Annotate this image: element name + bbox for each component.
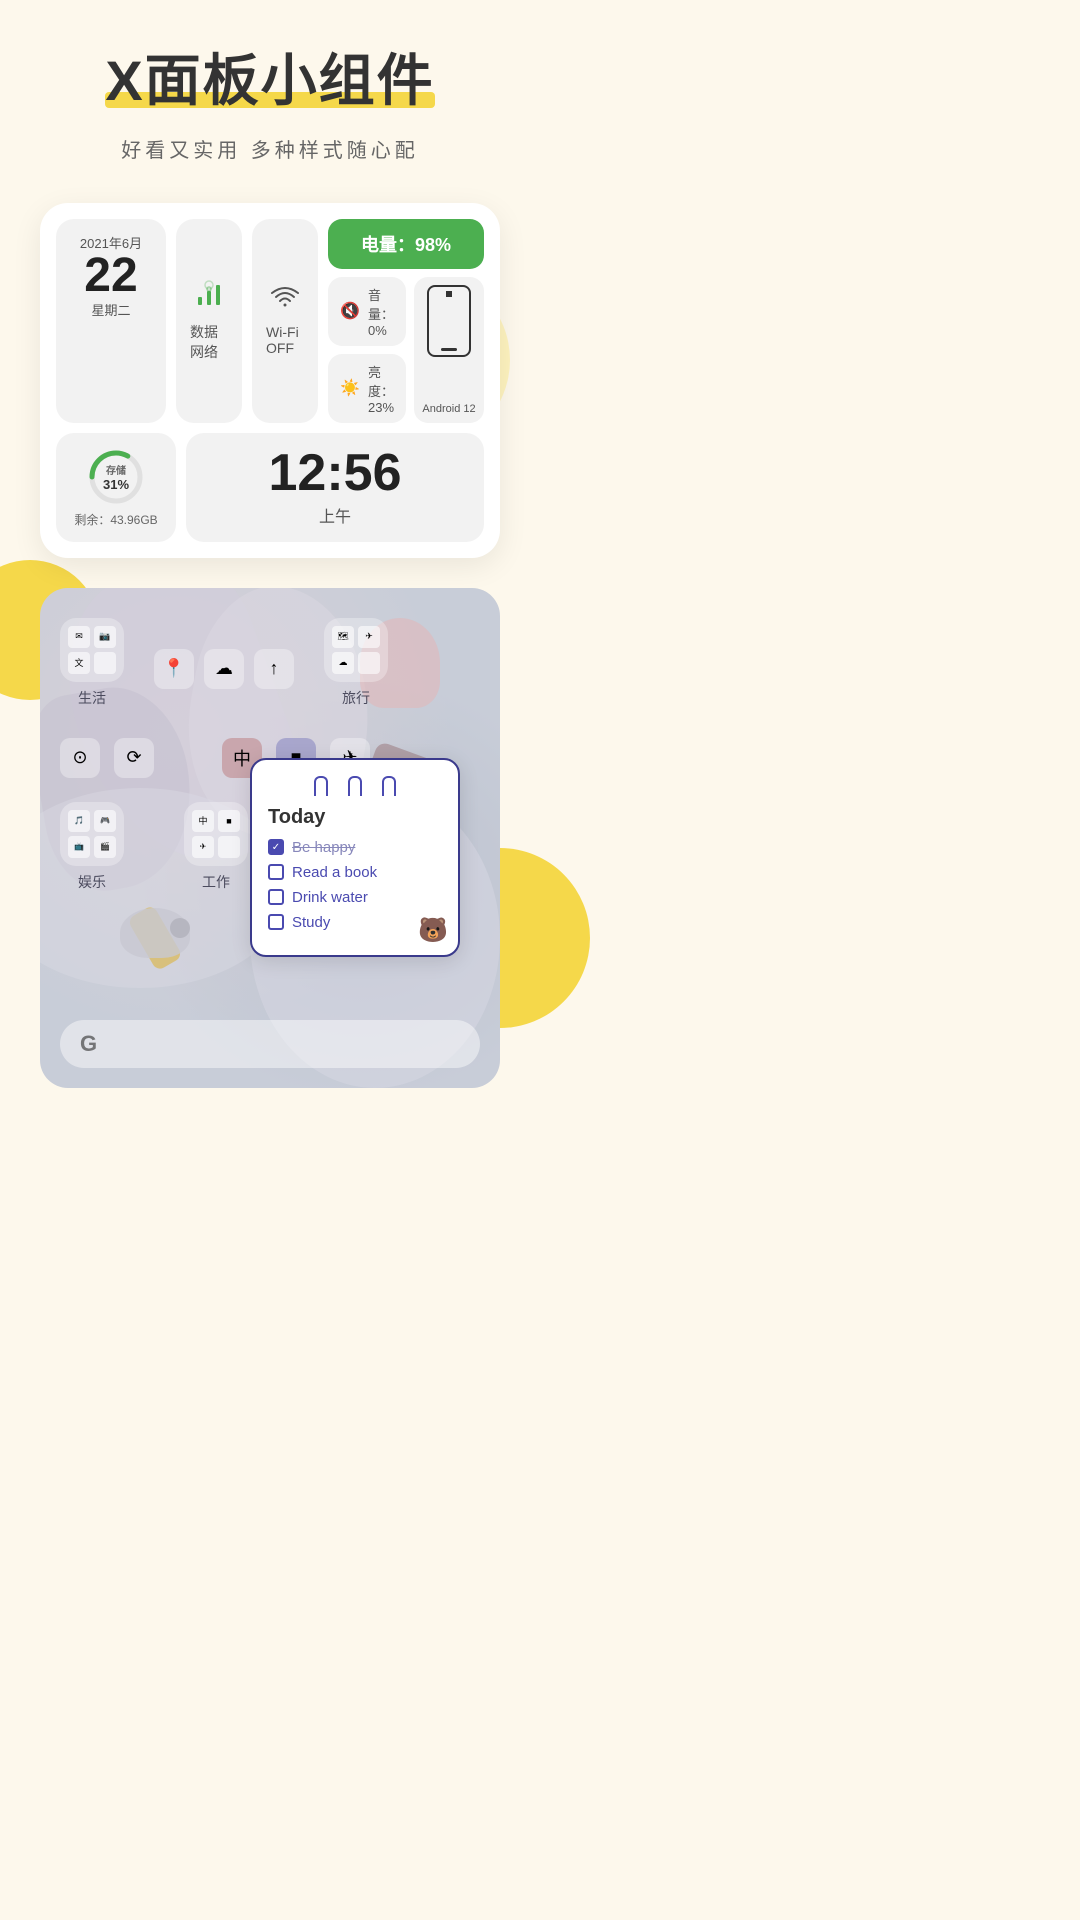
storage-block: 存储 31% 剩余：43.96GB: [56, 433, 176, 542]
folder-work-label: 工作: [202, 872, 230, 892]
volume-icon: 🔇: [340, 301, 360, 321]
time-display: 12:56: [269, 447, 402, 499]
date-day: 22: [84, 252, 137, 300]
folder-travel[interactable]: 🗺 ✈ ☁ 旅行: [324, 618, 388, 708]
folder-travel-app-1: 🗺: [332, 626, 354, 648]
folder-app-2: 📷: [94, 626, 116, 648]
folder-work[interactable]: 中 ■ ✈ 工作: [184, 802, 248, 892]
brightness-label: 亮度：23%: [368, 362, 394, 415]
note-text-1: Be happy: [292, 839, 355, 856]
date-weekday: 星期二: [91, 300, 130, 319]
icon-location[interactable]: 📍: [154, 649, 194, 689]
note-text-2: Read a book: [292, 864, 377, 881]
note-text-4: Study: [292, 914, 330, 931]
phone-camera-dot: [446, 291, 452, 297]
note-checkbox-4: [268, 914, 284, 930]
android-block: Android 12: [414, 277, 484, 423]
google-bar[interactable]: G: [60, 1020, 480, 1068]
note-text-3: Drink water: [292, 889, 368, 906]
folder-ent-2: 🎮: [94, 810, 116, 832]
storage-remain: 剩余：43.96GB: [74, 511, 157, 528]
wifi-label: Wi-Fi OFF: [266, 324, 304, 356]
folder-work-4: [218, 836, 240, 858]
main-title: X面板小组件: [105, 49, 434, 112]
icon-cloud[interactable]: ☁: [204, 649, 244, 689]
folder-work-3: ✈: [192, 836, 214, 858]
note-item-1[interactable]: ✓ Be happy: [268, 839, 442, 856]
icon-2-1[interactable]: ⊙: [60, 738, 100, 778]
network-icon: [194, 279, 224, 316]
time-ampm: 上午: [319, 503, 351, 527]
wifi-icon: [270, 285, 300, 318]
note-checkbox-2: [268, 864, 284, 880]
icon-2-2[interactable]: ⟳: [114, 738, 154, 778]
folder-travel-app-2: ✈: [358, 626, 380, 648]
folder-travel-app-3: ☁: [332, 652, 354, 674]
folder-ent-1: 🎵: [68, 810, 90, 832]
folder-app-1: ✉: [68, 626, 90, 648]
folder-work-1: 中: [192, 810, 214, 832]
widget-card: 2021年6月 22 星期二 数据网络: [40, 203, 500, 558]
note-bear-icon: 🐻: [418, 916, 448, 945]
note-item-3[interactable]: Drink water: [268, 889, 442, 906]
volume-block[interactable]: 🔇 音量：0%: [328, 277, 406, 346]
note-ring-3: [382, 776, 396, 796]
phone-home-bar: [441, 348, 457, 351]
note-ring-2: [348, 776, 362, 796]
network-block[interactable]: 数据网络: [176, 219, 242, 423]
folder-travel-label: 旅行: [342, 688, 370, 708]
volume-label: 音量：0%: [368, 285, 394, 338]
storage-ring: 存储 31%: [86, 447, 146, 507]
folder-entertainment[interactable]: 🎵 🎮 📺 🎬 娱乐: [60, 802, 124, 892]
icon-arrow[interactable]: ↑: [254, 649, 294, 689]
folder-travel-app-4: [358, 652, 380, 674]
battery-block: 电量：98%: [328, 219, 484, 269]
android-label: Android 12: [422, 403, 475, 415]
network-label: 数据网络: [190, 322, 228, 362]
note-title: Today: [268, 806, 442, 829]
folder-life[interactable]: ✉ 📷 文 生活: [60, 618, 124, 708]
google-icon: G: [80, 1031, 97, 1057]
subtitle: 好看又实用 多种样式随心配: [121, 134, 419, 163]
note-ring-1: [314, 776, 328, 796]
folder-life-label: 生活: [78, 688, 106, 708]
folder-work-2: ■: [218, 810, 240, 832]
folder-app-4: [94, 652, 116, 674]
phone-content: ✉ 📷 文 生活 📍 ☁ ↑ 🗺 ✈: [40, 588, 500, 1088]
brightness-icon: ☀️: [340, 378, 360, 398]
note-checkbox-1: ✓: [268, 839, 284, 855]
note-item-2[interactable]: Read a book: [268, 864, 442, 881]
battery-label: 电量：98%: [361, 231, 451, 257]
time-block: 12:56 上午: [186, 433, 484, 542]
note-item-4[interactable]: Study: [268, 914, 442, 931]
wifi-block[interactable]: Wi-Fi OFF: [252, 219, 318, 423]
note-widget: Today ✓ Be happy Read a book Drink wa: [250, 758, 460, 957]
folder-ent-3: 📺: [68, 836, 90, 858]
date-block: 2021年6月 22 星期二: [56, 219, 166, 423]
folder-app-3: 文: [68, 652, 90, 674]
storage-percent: 存储 31%: [103, 462, 129, 492]
phone-screenshot: ✉ 📷 文 生活 📍 ☁ ↑ 🗺 ✈: [40, 588, 500, 1088]
brightness-block[interactable]: ☀️ 亮度：23%: [328, 354, 406, 423]
folder-ent-4: 🎬: [94, 836, 116, 858]
note-checkbox-3: [268, 889, 284, 905]
folder-ent-label: 娱乐: [78, 872, 106, 892]
note-rings: [268, 776, 442, 796]
